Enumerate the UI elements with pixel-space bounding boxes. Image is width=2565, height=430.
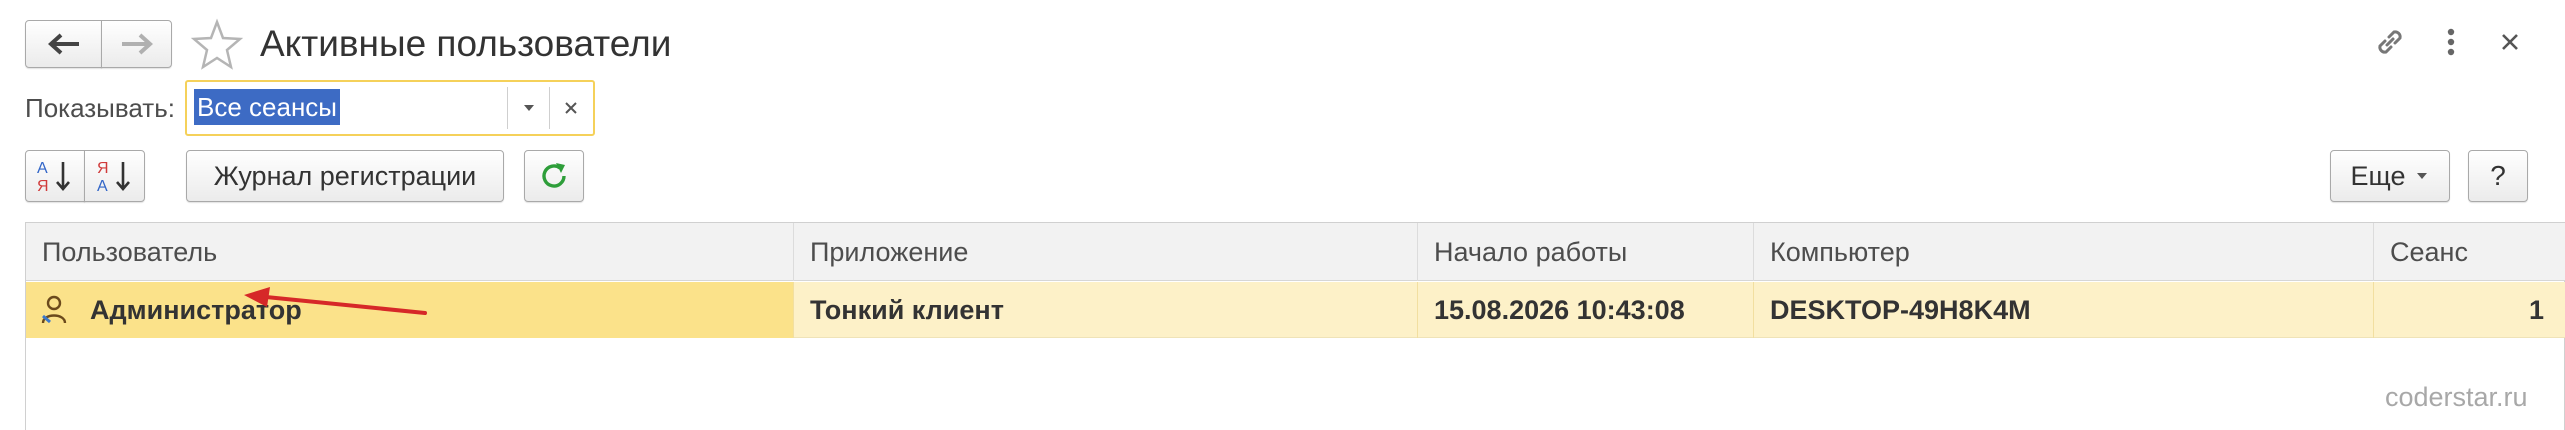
svg-text:А: А <box>97 178 108 195</box>
arrow-left-icon <box>47 33 79 55</box>
refresh-icon <box>542 163 566 188</box>
svg-text:Я: Я <box>37 178 49 195</box>
sessions-table: Пользователь Приложение Начало работы Ко… <box>25 222 2565 430</box>
clear-x-icon <box>565 102 577 114</box>
table-header: Пользователь Приложение Начало работы Ко… <box>26 223 2565 281</box>
more-button[interactable]: Еще <box>2330 150 2450 202</box>
back-button[interactable] <box>25 20 102 68</box>
column-header-start[interactable]: Начало работы <box>1418 223 1754 281</box>
chevron-down-icon <box>2417 173 2428 179</box>
dropdown-divider <box>507 87 508 129</box>
user-icon <box>41 295 67 324</box>
link-icon[interactable] <box>2370 22 2410 62</box>
annotation-arrow <box>240 285 430 321</box>
filter-dropdown-button[interactable] <box>509 82 549 134</box>
filter-value: Все сеансы <box>194 89 340 125</box>
filter-field[interactable]: Все сеансы <box>185 80 595 136</box>
cell-start[interactable]: 15.08.2026 10:43:08 <box>1418 282 1754 338</box>
svg-text:А: А <box>37 160 48 177</box>
forward-button[interactable] <box>101 20 172 68</box>
journal-button[interactable]: Журнал регистрации <box>186 150 504 202</box>
journal-button-label: Журнал регистрации <box>213 160 477 191</box>
chevron-down-icon <box>524 105 534 111</box>
filter-input[interactable]: Все сеансы <box>194 89 509 127</box>
help-button[interactable]: ? <box>2468 150 2528 202</box>
cell-session[interactable]: 1 <box>2374 282 2565 338</box>
column-header-session[interactable]: Сеанс <box>2374 223 2565 281</box>
filter-label: Показывать: <box>25 93 175 123</box>
column-header-computer[interactable]: Компьютер <box>1754 223 2374 281</box>
sort-descending-button[interactable]: Я А <box>84 150 145 202</box>
cell-computer[interactable]: DESKTOP-49H8K4M <box>1754 282 2374 338</box>
page-title: Активные пользователи <box>260 23 672 64</box>
sort-ascending-icon: А Я <box>37 160 70 195</box>
help-button-label: ? <box>2490 160 2506 191</box>
arrow-right-icon <box>121 33 153 55</box>
close-icon[interactable] <box>2492 24 2528 60</box>
more-vertical-icon[interactable] <box>2436 22 2466 62</box>
favorite-star-icon[interactable] <box>190 18 244 72</box>
column-header-application[interactable]: Приложение <box>794 223 1418 281</box>
column-header-user[interactable]: Пользователь <box>26 223 794 281</box>
sort-descending-icon: Я А <box>97 160 130 195</box>
more-button-label: Еще <box>2350 160 2406 191</box>
sort-ascending-button[interactable]: А Я <box>25 150 85 202</box>
refresh-button[interactable] <box>524 150 584 202</box>
svg-text:Я: Я <box>97 160 109 177</box>
filter-clear-button[interactable] <box>550 82 592 134</box>
watermark: coderstar.ru <box>2385 382 2528 412</box>
cell-application[interactable]: Тонкий клиент <box>794 282 1418 338</box>
